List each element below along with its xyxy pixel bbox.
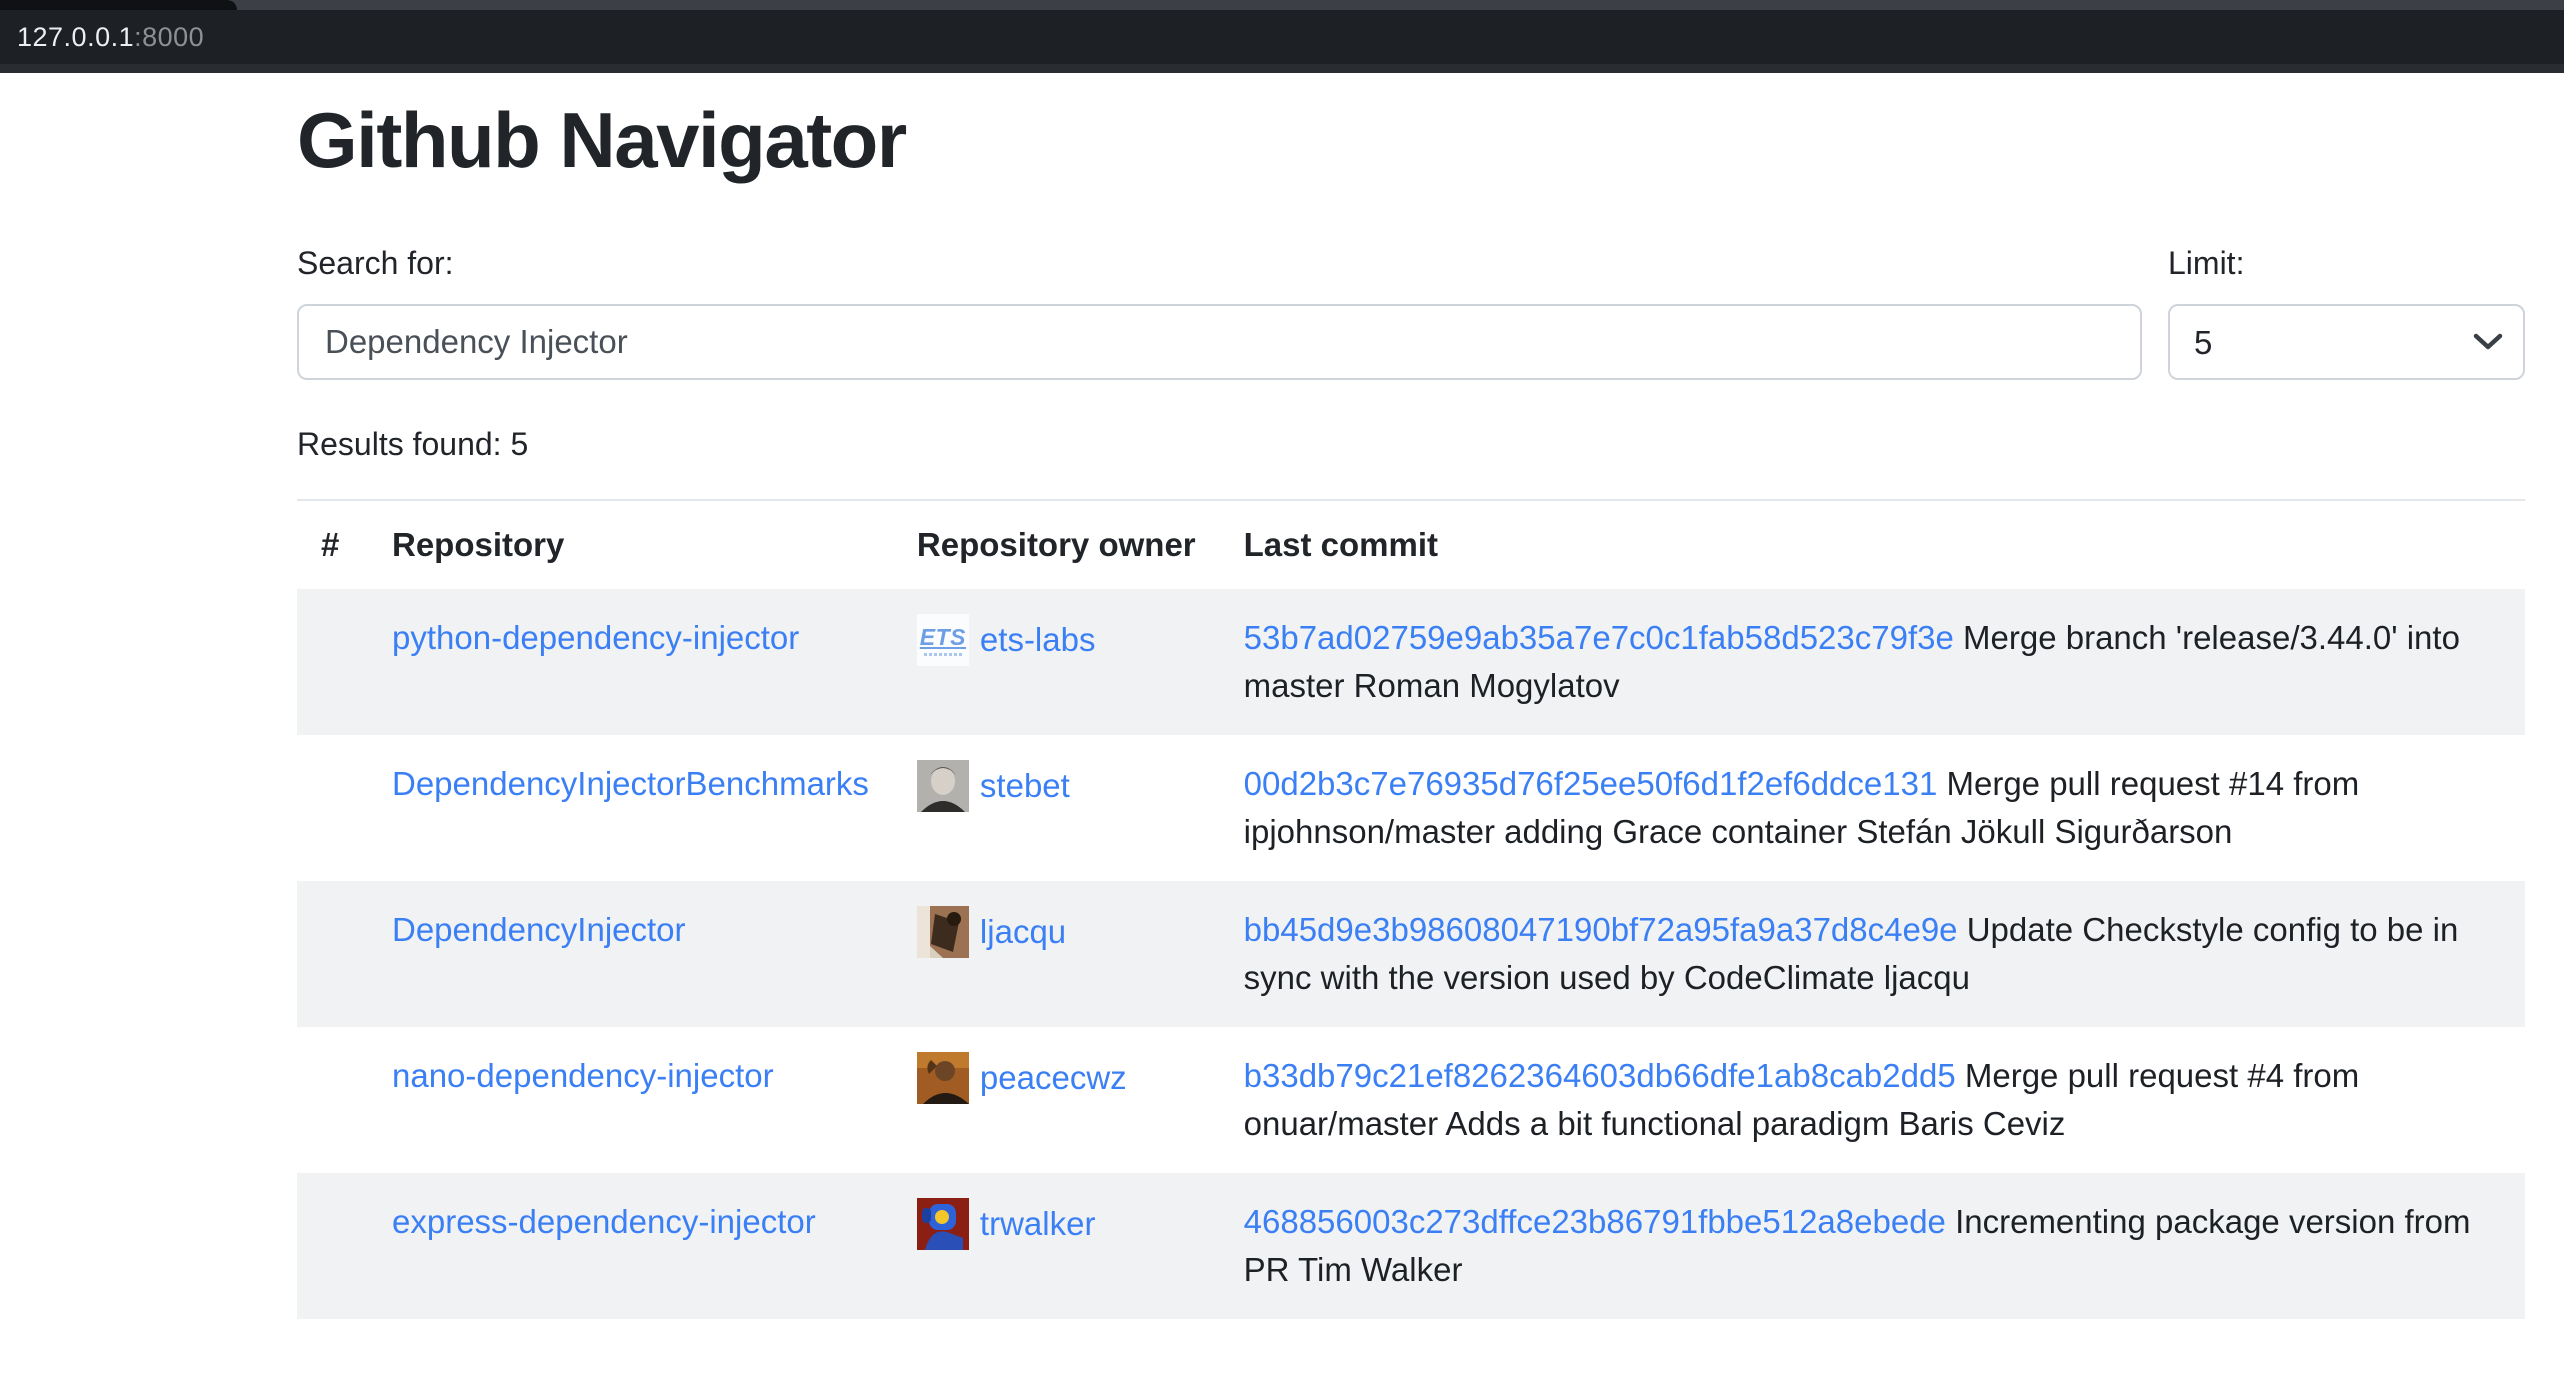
- commit-sha-link[interactable]: 468856003c273dffce23b86791fbbe512a8ebede: [1244, 1203, 1946, 1240]
- owner-link[interactable]: ets-labs: [980, 616, 1096, 664]
- search-label: Search for:: [297, 245, 2142, 282]
- results-table: # Repository Repository owner Last commi…: [297, 499, 2525, 1319]
- commit-sha-link[interactable]: b33db79c21ef8262364603db66dfe1ab8cab2dd5: [1244, 1057, 1956, 1094]
- column-header-owner: Repository owner: [893, 500, 1220, 589]
- limit-select-wrap: 5: [2168, 304, 2525, 380]
- browser-tab-strip: [0, 0, 2564, 10]
- repo-link[interactable]: nano-dependency-injector: [392, 1057, 774, 1094]
- active-tab-top: [0, 0, 237, 10]
- peacecwz-avatar: [917, 1052, 969, 1104]
- table-row: python-dependency-injector ETS ets-labs …: [297, 589, 2525, 735]
- search-field-group: Search for:: [297, 245, 2142, 380]
- stebet-avatar: [917, 760, 969, 812]
- screen: 127.0.0.1:8000 Github Navigator Search f…: [0, 0, 2564, 1319]
- repo-link[interactable]: express-dependency-injector: [392, 1203, 816, 1240]
- row-number-cell: [297, 735, 368, 881]
- row-number-cell: [297, 881, 368, 1027]
- column-header-number: #: [297, 500, 368, 589]
- commit-cell: 00d2b3c7e76935d76f25ee50f6d1f2ef6ddce131…: [1220, 735, 2525, 881]
- owner-cell: ljacqu: [917, 906, 1196, 958]
- url-port: :8000: [134, 22, 204, 53]
- commit-sha-link[interactable]: 53b7ad02759e9ab35a7e7c0c1fab58d523c79f3e: [1244, 619, 1954, 656]
- owner-cell: peacecwz: [917, 1052, 1196, 1104]
- repo-link[interactable]: DependencyInjector: [392, 911, 686, 948]
- commit-cell: 53b7ad02759e9ab35a7e7c0c1fab58d523c79f3e…: [1220, 589, 2525, 735]
- column-header-last-commit: Last commit: [1220, 500, 2525, 589]
- owner-link[interactable]: stebet: [980, 762, 1070, 810]
- column-header-repository: Repository: [368, 500, 893, 589]
- table-row: nano-dependency-injector: [297, 1027, 2525, 1173]
- url-host: 127.0.0.1: [17, 22, 134, 53]
- commit-cell: b33db79c21ef8262364603db66dfe1ab8cab2dd5…: [1220, 1027, 2525, 1173]
- table-header-row: # Repository Repository owner Last commi…: [297, 500, 2525, 589]
- owner-cell: ETS ets-labs: [917, 614, 1196, 666]
- limit-label: Limit:: [2168, 245, 2525, 282]
- row-number-cell: [297, 1027, 368, 1173]
- repo-link[interactable]: DependencyInjectorBenchmarks: [392, 765, 869, 802]
- limit-field-group: Limit: 5: [2168, 245, 2525, 380]
- table-row: express-dependency-injector: [297, 1173, 2525, 1319]
- search-input[interactable]: [297, 304, 2142, 380]
- search-form: Search for: Limit: 5: [297, 245, 2525, 380]
- browser-bar-divider: [0, 64, 2564, 73]
- owner-link[interactable]: ljacqu: [980, 908, 1066, 956]
- trwalker-avatar: [917, 1198, 969, 1250]
- owner-cell: trwalker: [917, 1198, 1196, 1250]
- browser-address-bar[interactable]: 127.0.0.1:8000: [0, 10, 2564, 64]
- commit-cell: 468856003c273dffce23b86791fbbe512a8ebede…: [1220, 1173, 2525, 1319]
- row-number-cell: [297, 589, 368, 735]
- row-number-cell: [297, 1173, 368, 1319]
- ets-labs-avatar: ETS: [917, 614, 969, 666]
- table-row: DependencyInjectorBenchmarks: [297, 735, 2525, 881]
- table-row: DependencyInjector: [297, 881, 2525, 1027]
- limit-select[interactable]: 5: [2168, 304, 2525, 380]
- owner-cell: stebet: [917, 760, 1196, 812]
- commit-sha-link[interactable]: 00d2b3c7e76935d76f25ee50f6d1f2ef6ddce131: [1244, 765, 1938, 802]
- browser-chrome: 127.0.0.1:8000: [0, 0, 2564, 73]
- owner-link[interactable]: peacecwz: [980, 1054, 1127, 1102]
- main-content: Github Navigator Search for: Limit: 5: [297, 97, 2525, 1319]
- page-title: Github Navigator: [297, 97, 2525, 183]
- owner-link[interactable]: trwalker: [980, 1200, 1096, 1248]
- repo-link[interactable]: python-dependency-injector: [392, 619, 799, 656]
- commit-cell: bb45d9e3b98608047190bf72a95fa9a37d8c4e9e…: [1220, 881, 2525, 1027]
- commit-sha-link[interactable]: bb45d9e3b98608047190bf72a95fa9a37d8c4e9e: [1244, 911, 1958, 948]
- ljacqu-avatar: [917, 906, 969, 958]
- results-summary: Results found: 5: [297, 426, 2525, 463]
